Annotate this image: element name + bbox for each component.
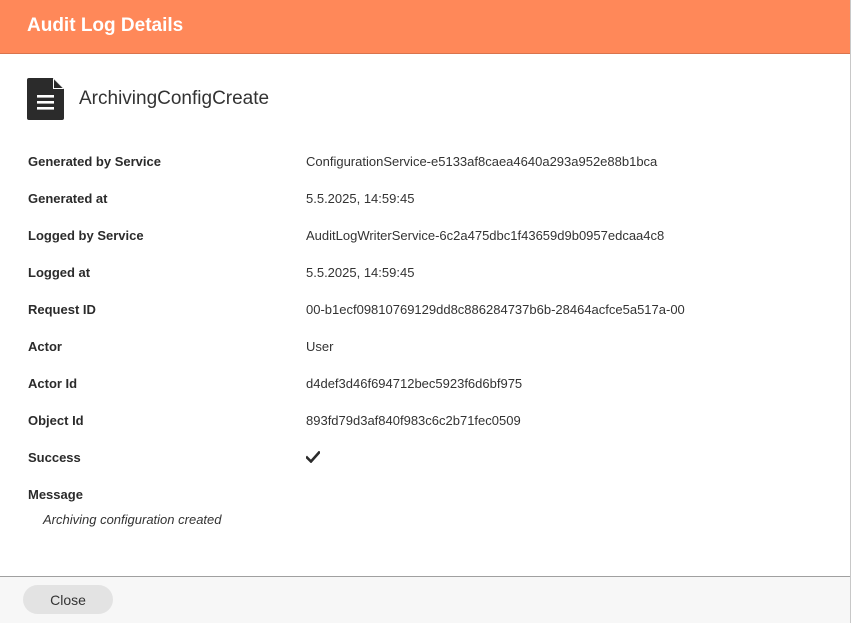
field-value-actor-id: d4def3d46f694712bec5923f6d6bf975	[306, 376, 523, 391]
field-value-object-id: 893fd79d3af840f983c6c2b71fec0509	[306, 413, 521, 428]
field-label-request-id: Request ID	[28, 302, 96, 317]
field-label-logged-by-service: Logged by Service	[28, 228, 144, 243]
checkmark-icon	[306, 451, 320, 463]
field-value-logged-by-service: AuditLogWriterService-6c2a475dbc1f43659d…	[306, 228, 665, 243]
audit-log-details-dialog: Audit Log Details ArchivingConfigCreate …	[0, 0, 851, 623]
dialog-footer: Close	[0, 576, 850, 623]
field-value-request-id: 00-b1ecf09810769129dd8c886284737b6b-2846…	[306, 302, 685, 317]
field-label-success: Success	[28, 450, 81, 465]
field-label-actor-id: Actor Id	[28, 376, 78, 391]
message-text: Archiving configuration created	[43, 512, 222, 527]
dialog-title: Audit Log Details	[27, 15, 184, 36]
field-label-generated-by-service: Generated by Service	[28, 154, 161, 169]
field-label-actor: Actor	[28, 339, 62, 354]
field-label-object-id: Object Id	[28, 413, 84, 428]
field-value-actor: User	[306, 339, 334, 354]
field-value-generated-at: 5.5.2025, 14:59:45	[306, 191, 415, 206]
dialog-header: Audit Log Details	[0, 0, 850, 54]
field-label-message: Message	[28, 487, 83, 502]
document-icon	[27, 78, 64, 120]
field-label-generated-at: Generated at	[28, 191, 108, 206]
field-value-logged-at: 5.5.2025, 14:59:45	[306, 265, 415, 280]
field-value-generated-by-service: ConfigurationService-e5133af8caea4640a29…	[306, 154, 658, 169]
close-button[interactable]: Close	[23, 585, 113, 614]
field-label-logged-at: Logged at	[28, 265, 91, 280]
object-title: ArchivingConfigCreate	[79, 88, 270, 109]
